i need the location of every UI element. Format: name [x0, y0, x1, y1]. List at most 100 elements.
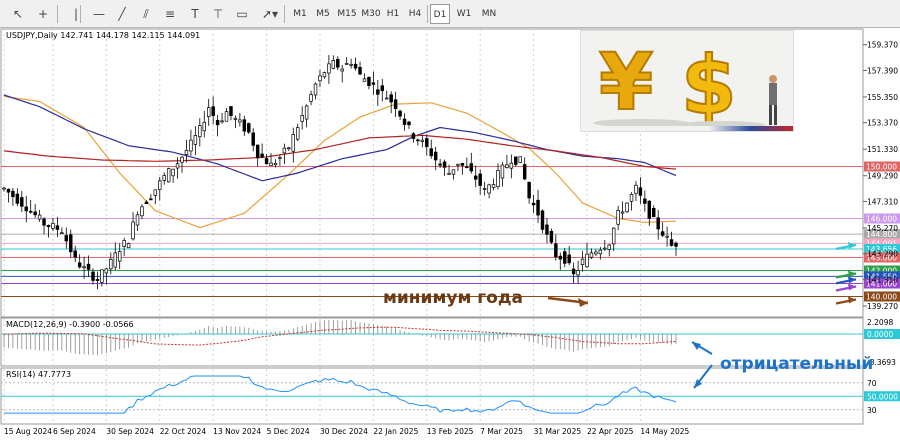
- candle-body: [15, 193, 20, 204]
- y-tick-label: 139.270: [867, 302, 898, 311]
- candle-body: [33, 211, 37, 216]
- candle-body: [198, 125, 202, 138]
- candle-body: [117, 251, 122, 262]
- label-icon[interactable]: ⊤: [208, 4, 228, 24]
- horizontal-line-icon[interactable]: —: [89, 4, 109, 24]
- candle-body: [273, 162, 278, 166]
- candle-body: [349, 63, 353, 66]
- candle-body: [104, 268, 109, 274]
- candle-body: [393, 99, 398, 109]
- candle-body: [73, 250, 77, 258]
- candle-body: [42, 218, 46, 226]
- candle-body: [371, 82, 376, 85]
- candle-body: [407, 121, 411, 126]
- text-icon[interactable]: T: [185, 4, 205, 24]
- candle-body: [611, 227, 616, 245]
- candle-body: [278, 157, 282, 159]
- candle-body: [571, 268, 576, 275]
- timeframe-w1[interactable]: W1: [454, 4, 474, 24]
- candle-body: [389, 94, 393, 103]
- timeframe-m5[interactable]: M5: [313, 4, 333, 24]
- candle-body: [140, 206, 144, 217]
- candle-body: [313, 83, 318, 96]
- chart-area[interactable]: 150.000 146.000 144.800 144.091 143.656 143.0…: [0, 28, 900, 444]
- rsi-label: RSI(14) 47.7773: [6, 370, 71, 379]
- y-tick-label: 159.370: [867, 41, 898, 50]
- candle-body: [500, 164, 505, 179]
- candle-body: [438, 163, 442, 166]
- candle-body: [336, 58, 340, 68]
- candle-body: [184, 150, 189, 155]
- candle-body: [629, 193, 634, 202]
- candle-body: [509, 162, 514, 169]
- toolbar-separator: [427, 5, 428, 23]
- candle-body: [344, 63, 349, 65]
- x-tick-label: 6 Sep 2024: [53, 427, 96, 436]
- candle-body: [287, 147, 291, 150]
- candle-body: [594, 251, 598, 255]
- candle-body: [469, 163, 474, 172]
- fibonacci-icon[interactable]: ≡: [160, 4, 180, 24]
- candle-body: [295, 127, 300, 140]
- timeframe-m1[interactable]: M1: [290, 4, 310, 24]
- shapes-icon[interactable]: ▭: [232, 4, 252, 24]
- timeframe-m15[interactable]: M15: [336, 4, 358, 24]
- x-tick-label: 13 Nov 2024: [213, 427, 261, 436]
- x-tick-label: 31 Mar 2025: [534, 427, 582, 436]
- timeframe-h4[interactable]: H4: [406, 4, 424, 24]
- arrow-tools-icon[interactable]: ➚▾: [260, 4, 280, 24]
- cursor-icon[interactable]: ↖: [8, 4, 28, 24]
- candle-body: [540, 210, 545, 230]
- candle-body: [86, 263, 91, 270]
- candle-body: [282, 147, 287, 154]
- yen-symbol-icon: ¥: [599, 38, 653, 128]
- candle-body: [2, 187, 6, 190]
- x-tick-label: 15 Aug 2024: [4, 427, 52, 436]
- candle-body: [153, 189, 158, 196]
- candle-body: [291, 134, 296, 152]
- timeframe-mn[interactable]: MN: [478, 4, 500, 24]
- candle-body: [6, 188, 11, 193]
- candle-body: [318, 75, 322, 82]
- candle-body: [55, 225, 60, 230]
- rsi-tick-label: 70: [867, 379, 877, 388]
- vertical-line-icon[interactable]: |: [66, 4, 86, 24]
- candle-body: [478, 173, 482, 186]
- candle-body: [304, 105, 309, 120]
- x-tick-label: 14 May 2025: [640, 427, 689, 436]
- x-tick-label: 30 Dec 2024: [320, 427, 368, 436]
- crosshair-icon[interactable]: +: [33, 4, 53, 24]
- level-price-label: 146.000: [866, 215, 897, 224]
- candle-body: [554, 243, 558, 258]
- channel-icon[interactable]: ⫽: [136, 4, 156, 24]
- candle-body: [425, 138, 429, 148]
- candle-body: [643, 198, 647, 204]
- candle-body: [625, 202, 629, 213]
- candle-body: [100, 269, 104, 283]
- candle-body: [665, 235, 669, 238]
- candle-body: [518, 156, 522, 163]
- candle-body: [474, 175, 478, 180]
- timeframe-d1[interactable]: D1: [430, 4, 450, 24]
- timeframe-m30[interactable]: M30: [360, 4, 382, 24]
- rsi-tick-label: 30: [867, 406, 877, 415]
- toolbar-separator: [284, 5, 285, 23]
- candle-body: [420, 139, 425, 142]
- x-tick-label: 30 Sep 2024: [106, 427, 154, 436]
- dollar-symbol-icon: $: [681, 39, 737, 132]
- toolbar-separator: [57, 5, 58, 23]
- candle-body: [522, 164, 527, 180]
- candle-body: [545, 224, 549, 235]
- trendline-icon[interactable]: ╱: [112, 4, 132, 24]
- candle-body: [300, 115, 304, 122]
- candle-body: [158, 180, 162, 190]
- x-tick-label: 22 Apr 2025: [587, 427, 634, 436]
- candle-body: [531, 202, 536, 206]
- year-low-annotation: минимум года: [383, 288, 523, 308]
- y-tick-label: 153.370: [867, 119, 898, 128]
- candle-body: [674, 242, 678, 247]
- candle-body: [433, 151, 438, 161]
- y-tick-label: 141.310: [867, 275, 898, 284]
- timeframe-h1[interactable]: H1: [384, 4, 402, 24]
- candle-body: [549, 230, 554, 243]
